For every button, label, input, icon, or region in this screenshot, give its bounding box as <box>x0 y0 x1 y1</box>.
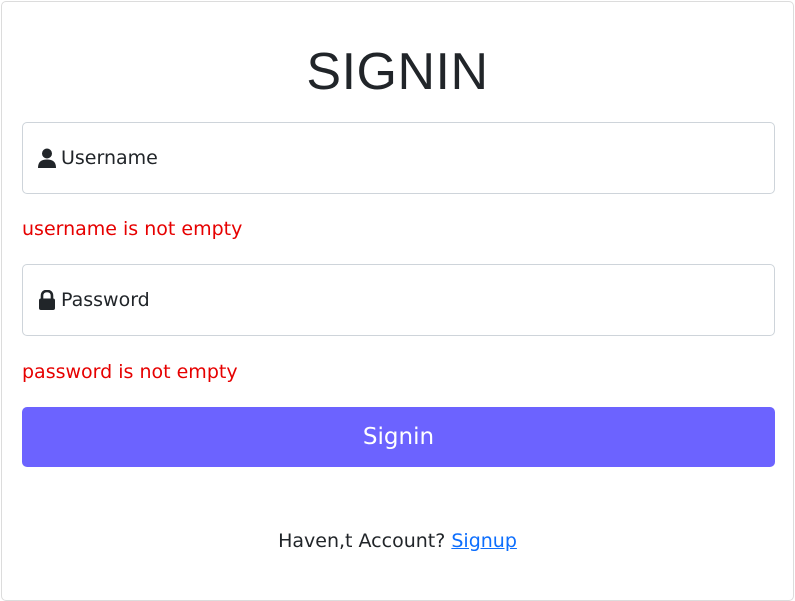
user-icon <box>38 148 56 168</box>
password-error: password is not empty <box>22 361 238 383</box>
username-input[interactable] <box>61 147 741 169</box>
password-input[interactable] <box>61 289 741 311</box>
signin-button[interactable]: Signin <box>22 407 775 467</box>
username-error: username is not empty <box>22 218 243 240</box>
username-field[interactable] <box>22 122 775 194</box>
page-title: SIGNIN <box>306 43 489 101</box>
signup-link[interactable]: Signup <box>451 530 517 552</box>
signup-prompt-text: Haven,t Account? <box>278 530 446 552</box>
lock-icon <box>38 290 56 310</box>
password-field[interactable] <box>22 264 775 336</box>
signup-prompt: Haven,t Account? Signup <box>0 530 795 552</box>
